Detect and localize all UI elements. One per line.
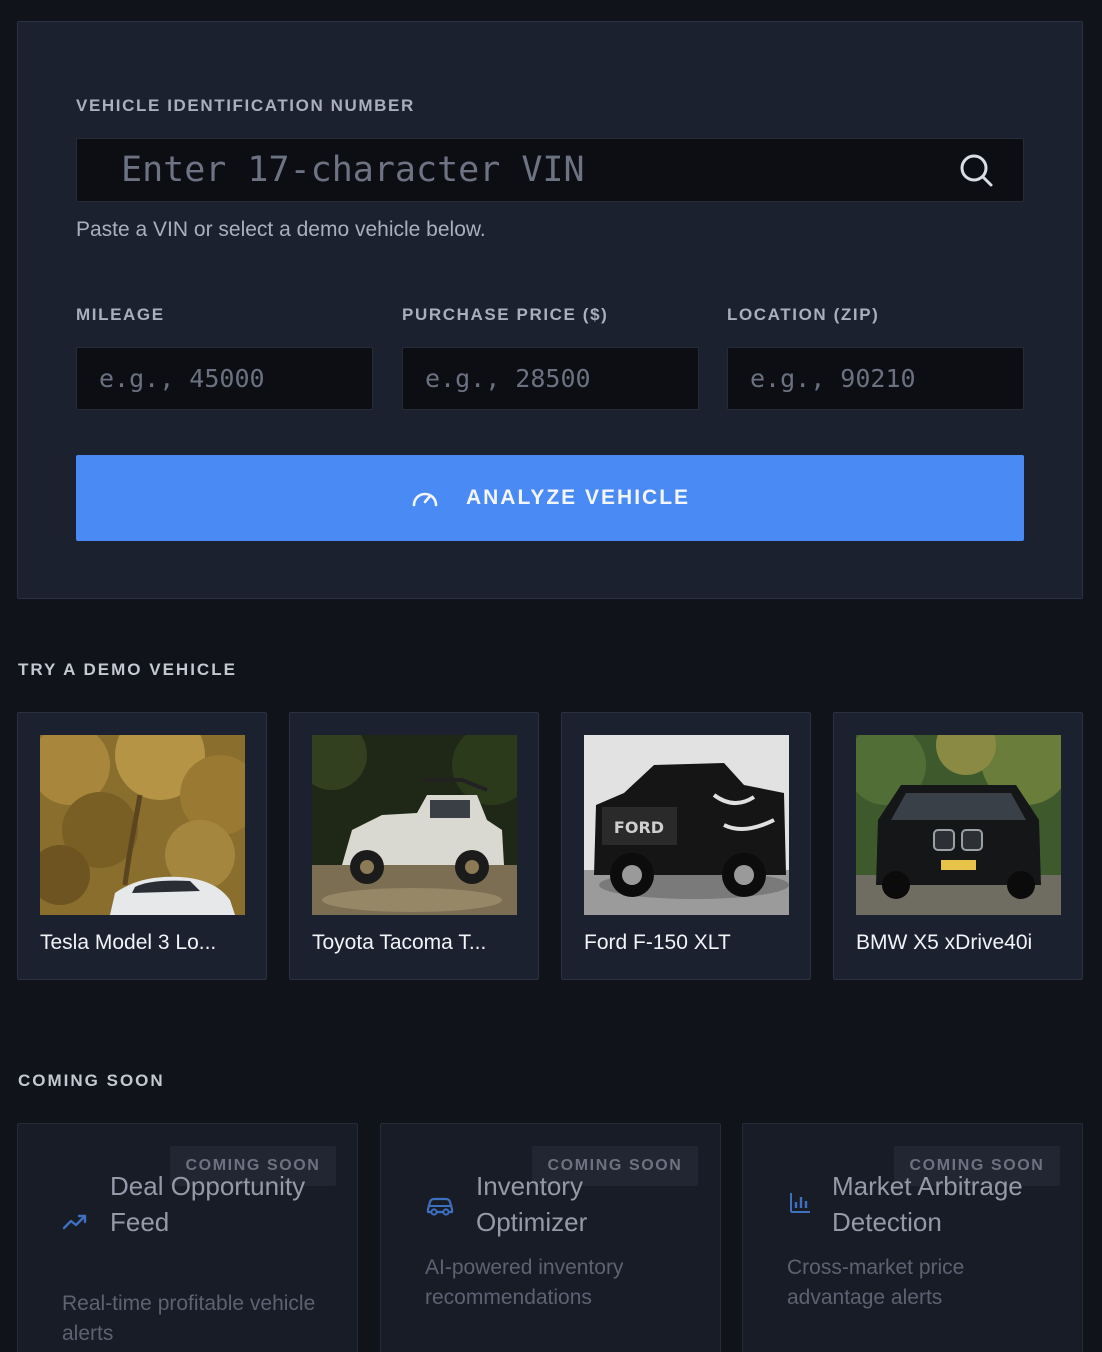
- demo-section-title: TRY A DEMO VEHICLE: [18, 660, 237, 679]
- demo-vehicle-list: Tesla Model 3 Lo... Toyota Tacoma T... F…: [17, 712, 1083, 980]
- tesla-photo: [40, 735, 245, 915]
- coming-soon-section-title: COMING SOON: [18, 1071, 165, 1090]
- vin-helper-text: Paste a VIN or select a demo vehicle bel…: [76, 218, 486, 241]
- feature-title: Market Arbitrage Detection: [832, 1171, 1023, 1237]
- car-icon: [426, 1197, 454, 1216]
- analyze-vehicle-button[interactable]: ANALYZE VEHICLE: [76, 455, 1024, 541]
- trending-up-icon: [62, 1214, 87, 1230]
- feature-description: Cross-market price advantage alerts: [787, 1256, 965, 1309]
- vin-label: VEHICLE IDENTIFICATION NUMBER: [76, 96, 415, 115]
- mileage-input[interactable]: [76, 347, 373, 410]
- vehicle-form-panel: VEHICLE IDENTIFICATION NUMBER Paste a VI…: [17, 21, 1083, 599]
- analyze-vehicle-label: ANALYZE VEHICLE: [465, 486, 691, 509]
- feature-card-market-arbitrage-detection: COMING SOON Market Arbitrage Detection C…: [742, 1123, 1083, 1352]
- speedometer-icon: [412, 492, 438, 507]
- feature-card-inventory-optimizer: COMING SOON Inventory Optimizer AI-power…: [380, 1123, 721, 1352]
- app-root: VEHICLE IDENTIFICATION NUMBER Paste a VI…: [0, 0, 1102, 1352]
- vin-input[interactable]: [76, 138, 1024, 202]
- demo-vehicle-card-bmw[interactable]: BMW X5 xDrive40i: [833, 712, 1083, 980]
- demo-vehicle-name: Ford F-150 XLT: [584, 931, 731, 954]
- demo-vehicle-name: Tesla Model 3 Lo...: [40, 931, 217, 954]
- purchase-price-input[interactable]: [402, 347, 699, 410]
- svg-text:FORD: FORD: [614, 818, 664, 837]
- bmw-x5-photo: [856, 735, 1061, 915]
- feature-card-deal-opportunity-feed: COMING SOON Deal Opportunity Feed Real-t…: [17, 1123, 358, 1352]
- purchase-price-label: PURCHASE PRICE ($): [402, 305, 609, 324]
- demo-vehicle-card-tacoma[interactable]: Toyota Tacoma T...: [289, 712, 539, 980]
- feature-description: Real-time profitable vehicle alerts: [62, 1292, 316, 1345]
- location-zip-input[interactable]: [727, 347, 1024, 410]
- demo-vehicle-name: BMW X5 xDrive40i: [856, 931, 1033, 954]
- bar-chart-icon: [790, 1193, 810, 1213]
- feature-title: Inventory Optimizer: [476, 1171, 588, 1237]
- demo-vehicle-card-f150[interactable]: FORD Ford F-150 XLT: [561, 712, 811, 980]
- demo-vehicle-card-tesla[interactable]: Tesla Model 3 Lo...: [17, 712, 267, 980]
- search-icon[interactable]: [958, 152, 994, 188]
- feature-description: AI-powered inventory recommendations: [425, 1256, 624, 1309]
- location-label: LOCATION (ZIP): [727, 305, 880, 324]
- demo-vehicle-name: Toyota Tacoma T...: [312, 931, 487, 954]
- tacoma-photo: [312, 735, 517, 915]
- f150-photo: FORD: [584, 735, 789, 915]
- mileage-label: MILEAGE: [76, 305, 165, 324]
- feature-title: Deal Opportunity Feed: [110, 1171, 306, 1237]
